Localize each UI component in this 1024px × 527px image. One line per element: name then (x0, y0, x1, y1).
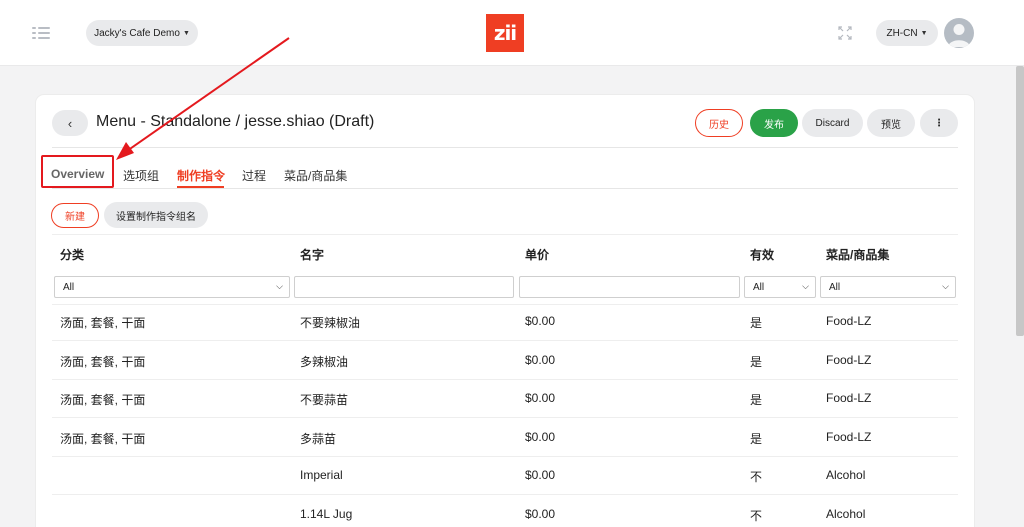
cell-category: 汤面, 套餐, 干面 (60, 393, 146, 407)
cell-category: 汤面, 套餐, 干面 (60, 432, 146, 446)
cell-price: $0.00 (525, 430, 556, 444)
caret-down-icon: ▼ (182, 29, 190, 37)
history-button[interactable]: 历史 (695, 109, 743, 137)
cell-valid: 是 (750, 316, 763, 330)
more-options-button[interactable]: ⋮ (920, 109, 958, 137)
cell-name: 1.14L Jug (300, 507, 353, 521)
cell-name: 不要蒜苗 (300, 393, 349, 407)
cell-price: $0.00 (525, 314, 556, 328)
top-bar: Jacky's Cafe Demo ▼ zii ZH-CN ▼ (0, 0, 1024, 66)
cell-valid: 不 (750, 470, 763, 484)
zii-logo: zii (486, 14, 524, 52)
store-name: Jacky's Cafe Demo (94, 27, 180, 39)
category-filter-select[interactable]: All ⌵ (54, 276, 290, 298)
cell-name: Imperial (300, 468, 343, 482)
cell-price: $0.00 (525, 507, 556, 521)
store-selector[interactable]: Jacky's Cafe Demo ▼ (86, 20, 198, 46)
price-filter-input[interactable] (519, 276, 740, 298)
menu-editor-card: ‹ Menu - Standalone / jesse.shiao (Draft… (36, 95, 974, 527)
set-group-name-button[interactable]: 设置制作指令组名 (104, 202, 208, 228)
name-filter-input[interactable] (294, 276, 514, 298)
discard-button[interactable]: Discard (802, 109, 863, 137)
cell-name: 多辣椒油 (300, 355, 349, 369)
cell-collection: Food-LZ (826, 314, 872, 328)
table-row[interactable]: 汤面, 套餐, 干面 多辣椒油 $0.00 是 Food-LZ (52, 341, 958, 380)
chevron-down-icon: ⌵ (942, 281, 949, 291)
table-row[interactable]: Imperial $0.00 不 Alcohol (52, 456, 958, 495)
cell-collection: Food-LZ (826, 430, 872, 444)
column-header-valid[interactable]: 有效 (750, 246, 774, 263)
menu-lines-icon[interactable] (32, 26, 50, 40)
valid-filter-select[interactable]: All ⌵ (744, 276, 816, 298)
scrollbar-thumb[interactable] (1016, 66, 1024, 336)
cell-collection: Alcohol (826, 468, 866, 482)
valid-filter-value: All (753, 281, 765, 293)
cell-name: 多蒜苗 (300, 432, 337, 446)
table-row[interactable]: 汤面, 套餐, 干面 多蒜苗 $0.00 是 Food-LZ (52, 418, 958, 457)
column-header-price[interactable]: 单价 (525, 246, 549, 263)
cell-category: 汤面, 套餐, 干面 (60, 316, 146, 330)
toolbar-divider (52, 234, 958, 235)
table-row[interactable]: 1.14L Jug $0.00 不 Alcohol (52, 495, 958, 527)
collection-filter-value: All (829, 281, 841, 293)
annotation-highlight-box (41, 155, 114, 188)
cell-collection: Food-LZ (826, 391, 872, 405)
tab-instructions[interactable]: 制作指令 (177, 167, 225, 184)
cell-collection: Food-LZ (826, 353, 872, 367)
cell-valid: 是 (750, 432, 763, 446)
header-divider (52, 147, 958, 148)
tab-process[interactable]: 过程 (242, 167, 266, 184)
fullscreen-icon[interactable] (838, 26, 852, 40)
column-header-category[interactable]: 分类 (60, 246, 84, 263)
publish-button[interactable]: 发布 (750, 109, 798, 137)
cell-price: $0.00 (525, 353, 556, 367)
page-title: Menu - Standalone / jesse.shiao (Draft) (96, 113, 375, 130)
cell-price: $0.00 (525, 391, 556, 405)
tabs-divider (52, 188, 958, 189)
category-filter-value: All (63, 281, 75, 293)
caret-down-icon: ▼ (920, 29, 928, 37)
cell-collection: Alcohol (826, 507, 866, 521)
column-header-name[interactable]: 名字 (300, 246, 324, 263)
language-selector[interactable]: ZH-CN ▼ (876, 20, 938, 46)
tab-option-groups[interactable]: 选项组 (123, 167, 159, 184)
preview-button[interactable]: 预览 (867, 109, 915, 137)
table-row[interactable]: 汤面, 套餐, 干面 不要辣椒油 $0.00 是 Food-LZ (52, 302, 958, 341)
tab-collections[interactable]: 菜品/商品集 (284, 167, 347, 184)
collection-filter-select[interactable]: All ⌵ (820, 276, 956, 298)
chevron-down-icon: ⌵ (802, 281, 809, 291)
cell-valid: 是 (750, 355, 763, 369)
cell-category: 汤面, 套餐, 干面 (60, 355, 146, 369)
cell-valid: 不 (750, 509, 763, 523)
chevron-down-icon: ⌵ (276, 281, 283, 291)
new-button[interactable]: 新建 (51, 203, 99, 228)
back-button[interactable]: ‹ (52, 110, 88, 136)
cell-valid: 是 (750, 393, 763, 407)
column-header-collection[interactable]: 菜品/商品集 (826, 246, 889, 263)
cell-price: $0.00 (525, 468, 556, 482)
language-label: ZH-CN (886, 27, 918, 39)
table-row[interactable]: 汤面, 套餐, 干面 不要蒜苗 $0.00 是 Food-LZ (52, 379, 958, 418)
user-avatar-icon[interactable] (944, 18, 974, 48)
cell-name: 不要辣椒油 (300, 316, 361, 330)
